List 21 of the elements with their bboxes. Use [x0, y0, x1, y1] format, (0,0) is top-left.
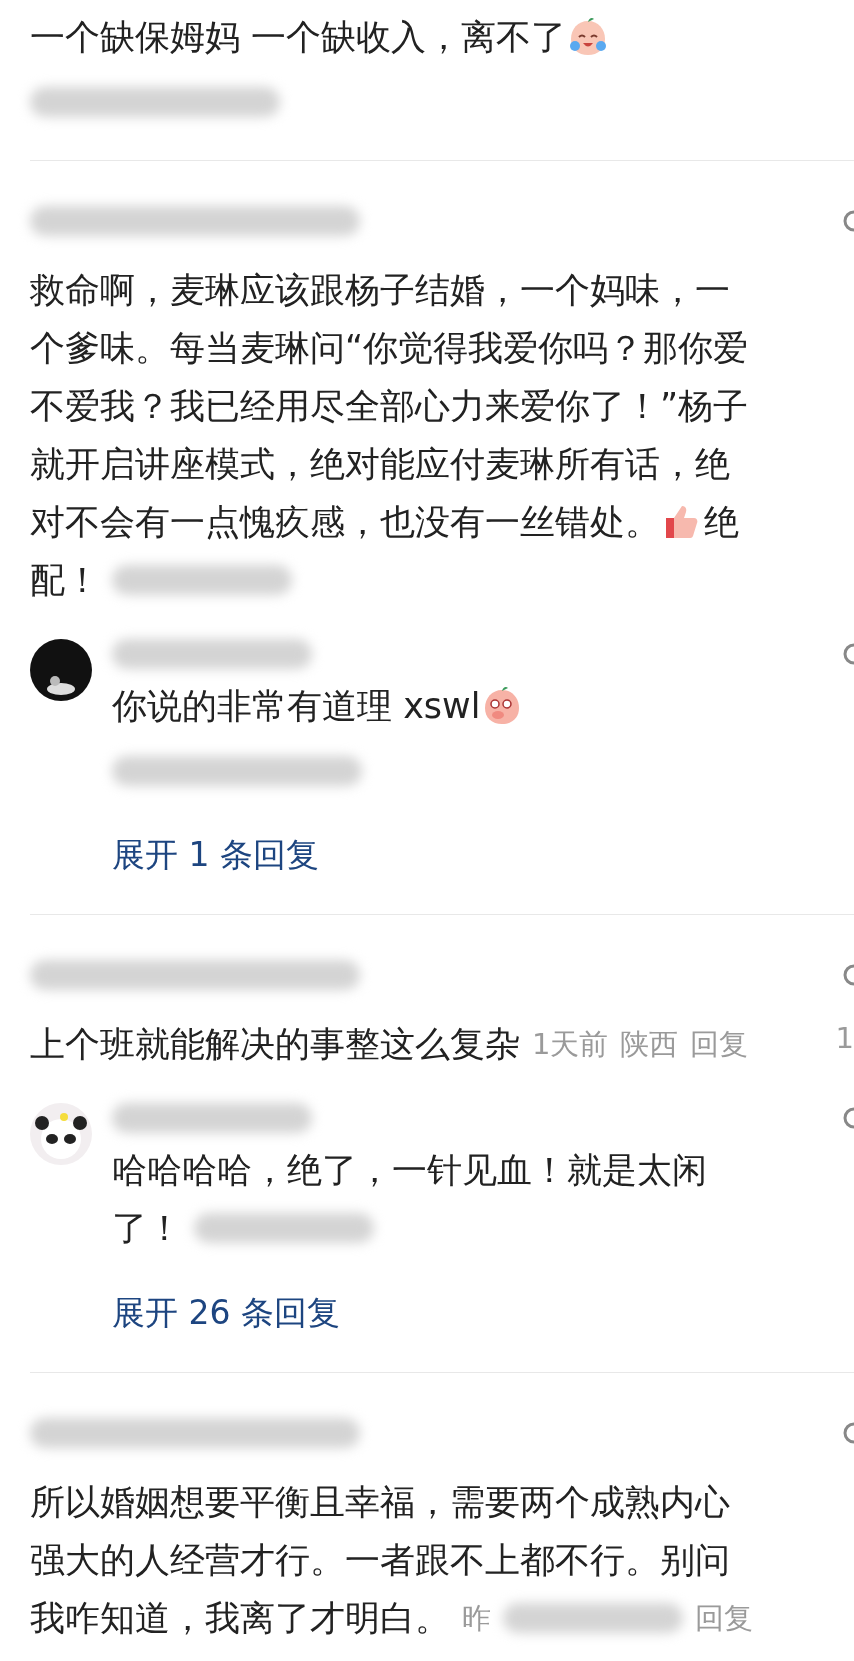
comment-text: 个爹味。每当麦琳问“你觉得我爱你吗？那你爱	[30, 327, 749, 370]
comment-text: 所以婚姻想要平衡且幸福，需要两个成熟内心	[30, 1481, 730, 1524]
comment-text: 上个班就能解决的事整这么复杂	[30, 1023, 520, 1066]
comment-text: 不爱我？我已经用尽全部心力来爱你了！”杨子	[30, 385, 749, 428]
comment-text: 我咋知道，我离了才明白。	[30, 1597, 450, 1640]
comment-text: 配！	[30, 559, 100, 602]
comment-meta: 陕西	[620, 1026, 679, 1063]
expand-replies-link[interactable]: 展开 26 条回复	[112, 1291, 340, 1336]
comment-text: 就开启讲座模式，绝对能应付麦琳所有话，绝	[30, 443, 730, 486]
comment-meta: 昨	[462, 1600, 491, 1637]
like-count: 1	[835, 1021, 854, 1055]
comment-text: 哈哈哈哈，绝了，一针见血！就是太闲	[112, 1149, 707, 1192]
comment-text: 对不会有一点愧疚感，也没有一丝错处。	[30, 501, 660, 544]
comment-meta: 1天前	[532, 1026, 609, 1063]
comment-text: 了！	[112, 1207, 182, 1250]
comment-text: 绝	[704, 501, 739, 544]
expand-replies-link[interactable]: 展开 1 条回复	[112, 833, 319, 878]
comment-text: 救命啊，麦琳应该跟杨子结婚，一个妈味，一	[30, 269, 730, 312]
comment-text: 强大的人经营才行。一者跟不上都不行。别问	[30, 1539, 730, 1582]
comment-text: 你说的非常有道理 xswl	[112, 685, 481, 728]
comment-text: 一个缺保姆妈 一个缺收入，离不了	[30, 16, 567, 59]
